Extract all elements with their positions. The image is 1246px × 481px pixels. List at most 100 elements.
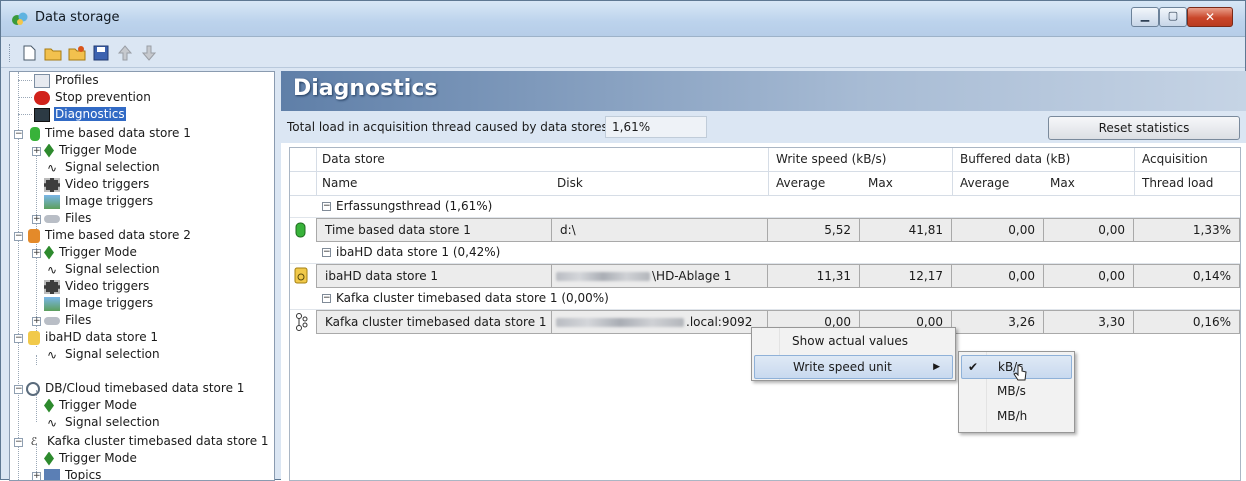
tree-item-trigger-mode[interactable]: Trigger Mode: [44, 397, 138, 414]
tree-item-files[interactable]: Files: [44, 210, 92, 227]
tree-item-time-based-data-store-2[interactable]: Time based data store 2: [26, 227, 192, 244]
green-store-icon: [30, 127, 40, 141]
tree-item-trigger-mode[interactable]: Trigger Mode: [44, 244, 138, 261]
collapse-toggle[interactable]: −: [14, 385, 23, 394]
disk-path: .local:9092: [686, 315, 752, 329]
tree-item-db-cloud-data-store-1[interactable]: DB/Cloud timebased data store 1: [26, 380, 245, 397]
context-menu: Show actual values Write speed unit▶: [751, 327, 956, 381]
cell-bd-average: 0,00: [952, 218, 1044, 242]
window-title: Data storage: [35, 10, 120, 25]
expand-toggle[interactable]: +: [32, 215, 41, 224]
header-ws-average[interactable]: Average: [776, 176, 825, 190]
tree-item-diagnostics[interactable]: Diagnostics: [20, 106, 126, 123]
minimize-button[interactable]: ▁: [1131, 7, 1159, 27]
collapse-toggle[interactable]: −: [14, 334, 23, 343]
expand-toggle[interactable]: +: [32, 317, 41, 326]
group-label: Kafka cluster timebased data store 1 (0,…: [336, 291, 609, 305]
trigger-icon: [44, 399, 54, 413]
collapse-group-toggle[interactable]: −: [322, 248, 331, 257]
open-icon[interactable]: [43, 43, 63, 63]
expand-toggle[interactable]: +: [32, 249, 41, 258]
open-special-icon[interactable]: [67, 43, 87, 63]
table-row[interactable]: Time based data store 1 d:\ 5,52 41,81 0…: [290, 218, 1240, 242]
total-load-value: 1,61%: [605, 116, 707, 138]
move-up-icon[interactable]: [115, 43, 135, 63]
header-acquisition: Acquisition: [1142, 152, 1208, 166]
group-label: Erfassungsthread (1,61%): [336, 199, 492, 213]
signal-icon: ∿: [44, 348, 60, 362]
header-ws-max[interactable]: Max: [868, 176, 893, 190]
ibahd-icon: [28, 331, 40, 345]
diagnostics-table: Data store Write speed (kB/s) Buffered d…: [289, 147, 1241, 481]
cell-name: Time based data store 1: [316, 218, 552, 242]
header-name[interactable]: Name: [322, 176, 357, 190]
navigation-tree: Profiles Stop prevention Diagnostics − T…: [9, 71, 275, 481]
tree-item-trigger-mode[interactable]: Trigger Mode: [44, 450, 138, 467]
maximize-icon: ▢: [1160, 9, 1186, 22]
maximize-button[interactable]: ▢: [1159, 7, 1187, 27]
header-disk[interactable]: Disk: [557, 176, 583, 190]
tree-item-signal-selection[interactable]: ∿Signal selection: [44, 159, 161, 176]
tree-item-ibahd-data-store-1[interactable]: ibaHD data store 1: [26, 329, 159, 346]
expand-toggle[interactable]: +: [32, 147, 41, 156]
tree-item-video-triggers[interactable]: Video triggers: [44, 176, 150, 193]
move-down-icon[interactable]: [139, 43, 159, 63]
table-header-row-1: Data store Write speed (kB/s) Buffered d…: [290, 148, 1240, 172]
trigger-icon: [44, 246, 54, 260]
tree-item-files[interactable]: Files: [44, 312, 92, 329]
cell-bd-average: 0,00: [952, 264, 1044, 288]
close-button[interactable]: ✕: [1187, 7, 1233, 27]
reset-statistics-button[interactable]: Reset statistics: [1048, 116, 1240, 140]
cell-thread-load: 0,14%: [1134, 264, 1240, 288]
page-title: Diagnostics: [293, 76, 437, 101]
tree-item-profiles[interactable]: Profiles: [20, 72, 100, 89]
tree-item-trigger-mode[interactable]: Trigger Mode: [44, 142, 138, 159]
image-icon: [44, 195, 60, 209]
save-icon[interactable]: [91, 43, 111, 63]
collapse-group-toggle[interactable]: −: [322, 202, 331, 211]
load-row: Total load in acquisition thread caused …: [281, 111, 1246, 143]
tree-item-video-triggers[interactable]: Video triggers: [44, 278, 150, 295]
submenu-arrow-icon: ▶: [933, 356, 940, 378]
menu-item-write-speed-unit[interactable]: Write speed unit▶: [754, 355, 953, 379]
group-row[interactable]: − Kafka cluster timebased data store 1 (…: [290, 288, 1240, 310]
cell-bd-max: 0,00: [1044, 264, 1134, 288]
header-thread-load[interactable]: Thread load: [1142, 176, 1213, 190]
tree-item-signal-selection[interactable]: ∿Signal selection: [44, 414, 161, 431]
unit-label: MB/s: [997, 384, 1026, 398]
table-header-row-2: Name Disk Average Max Average Max Thread…: [290, 172, 1240, 196]
tree-item-time-based-data-store-1[interactable]: Time based data store 1: [26, 125, 192, 142]
data-storage-window: Data storage ▁ ▢ ✕ Profiles Stop prevent…: [0, 0, 1246, 480]
collapse-group-toggle[interactable]: −: [322, 294, 331, 303]
menu-item-mb-per-h[interactable]: MB/h: [961, 405, 1072, 429]
group-row[interactable]: − ibaHD data store 1 (0,42%): [290, 242, 1240, 264]
collapse-toggle[interactable]: −: [14, 130, 23, 139]
new-icon[interactable]: [19, 43, 39, 63]
cell-disk: \HD-Ablage 1: [552, 264, 768, 288]
cell-ws-max: 41,81: [860, 218, 952, 242]
table-row[interactable]: ibaHD data store 1 \HD-Ablage 1 11,31 12…: [290, 264, 1240, 288]
film-icon: [44, 280, 60, 294]
tree-item-stop-prevention[interactable]: Stop prevention: [20, 89, 152, 106]
stop-icon: [34, 91, 50, 105]
collapse-toggle[interactable]: −: [14, 232, 23, 241]
tree-item-topics[interactable]: Topics: [44, 467, 102, 481]
orange-store-icon: [28, 229, 40, 243]
cloud-db-icon: [26, 382, 40, 396]
tree-item-image-triggers[interactable]: Image triggers: [44, 193, 154, 210]
tree-item-kafka-data-store-1[interactable]: ℰKafka cluster timebased data store 1: [26, 433, 270, 450]
header-bd-average[interactable]: Average: [960, 176, 1009, 190]
menu-item-show-actual-values[interactable]: Show actual values: [754, 330, 953, 354]
cell-ws-max: 12,17: [860, 264, 952, 288]
tree-item-signal-selection[interactable]: ∿Signal selection: [44, 346, 161, 363]
header-bd-max[interactable]: Max: [1050, 176, 1075, 190]
kafka-icon: ℰ: [26, 435, 42, 449]
tree-item-signal-selection[interactable]: ∿Signal selection: [44, 261, 161, 278]
unit-label: MB/h: [997, 409, 1027, 423]
cell-name: ibaHD data store 1: [316, 264, 552, 288]
trigger-icon: [44, 144, 54, 158]
group-row[interactable]: − Erfassungsthread (1,61%): [290, 196, 1240, 218]
tree-item-image-triggers[interactable]: Image triggers: [44, 295, 154, 312]
minimize-icon: ▁: [1132, 9, 1158, 22]
collapse-toggle[interactable]: −: [14, 438, 23, 447]
